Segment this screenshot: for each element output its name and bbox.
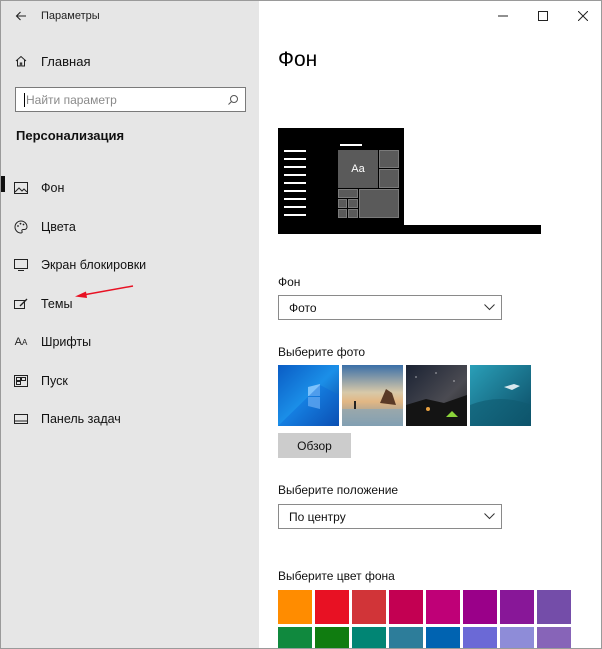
preview-tile — [348, 209, 358, 218]
preview-tile — [338, 209, 347, 218]
bg-color-label: Выберите цвет фона — [278, 569, 395, 583]
picture-icon — [1, 182, 41, 195]
window-controls — [483, 1, 601, 31]
color-swatch[interactable] — [352, 627, 386, 648]
preview-menu-line — [284, 206, 306, 208]
preview-taskbar — [278, 225, 541, 234]
color-swatch[interactable] — [389, 627, 423, 648]
color-swatch[interactable] — [537, 590, 571, 624]
sidebar: Параметры Главная Найти параметр Персона… — [1, 1, 259, 648]
background-preview: Aa — [278, 128, 541, 234]
choose-photo-label: Выберите фото — [278, 345, 366, 359]
sidebar-nav: Фон Цвета Экран блокировки Темы A A Шриф… — [1, 169, 259, 439]
palette-icon — [1, 220, 41, 234]
preview-menu-line — [284, 174, 306, 176]
color-swatch[interactable] — [537, 627, 571, 648]
browse-button[interactable]: Обзор — [278, 433, 351, 458]
preview-menu-line — [284, 158, 306, 160]
font-icon: AA — [14, 336, 28, 349]
taskbar-icon — [1, 414, 41, 425]
background-label: Фон — [278, 275, 301, 289]
position-value: По центру — [289, 509, 346, 524]
sidebar-item-colors[interactable]: Цвета — [1, 208, 259, 247]
back-arrow-icon — [15, 11, 26, 21]
color-swatch[interactable] — [500, 627, 534, 648]
color-swatch[interactable] — [500, 590, 534, 624]
color-swatch[interactable] — [463, 627, 497, 648]
color-swatch[interactable] — [278, 590, 312, 624]
start-menu-icon — [1, 374, 41, 387]
search-input[interactable]: Найти параметр — [15, 87, 246, 112]
section-title: Персонализация — [16, 128, 125, 143]
maximize-button[interactable] — [523, 1, 563, 31]
color-swatch[interactable] — [352, 590, 386, 624]
preview-menu-line — [284, 214, 306, 216]
photo-thumbnails — [278, 365, 531, 426]
sidebar-item-label: Экран блокировки — [41, 258, 147, 273]
home-label: Главная — [41, 53, 91, 69]
preview-tile — [359, 189, 399, 218]
preview-menu-line — [340, 144, 362, 146]
sidebar-item-label: Темы — [41, 296, 73, 311]
brush-icon — [1, 297, 41, 311]
photo-thumbnail-beach[interactable] — [342, 365, 403, 426]
minimize-button[interactable] — [483, 1, 523, 31]
sidebar-item-label: Пуск — [41, 373, 68, 388]
settings-window: Параметры Главная Найти параметр Персона… — [0, 0, 602, 649]
search-placeholder: Найти параметр — [26, 92, 117, 107]
window-title: Параметры — [41, 10, 100, 22]
text-cursor — [24, 92, 25, 107]
color-swatch[interactable] — [278, 627, 312, 648]
color-swatch[interactable] — [389, 590, 423, 624]
position-dropdown[interactable]: По центру — [278, 504, 502, 529]
sidebar-item-start[interactable]: Пуск — [1, 362, 259, 401]
red-arrow-annotation — [75, 285, 134, 298]
sidebar-item-taskbar[interactable]: Панель задач — [1, 400, 259, 439]
minimize-icon — [498, 15, 508, 17]
photo-thumbnail-underwater[interactable] — [470, 365, 531, 426]
preview-tile — [348, 199, 358, 208]
background-type-dropdown[interactable]: Фото — [278, 295, 502, 320]
photo-thumbnail-windows[interactable] — [278, 365, 339, 426]
preview-menu-line — [284, 182, 306, 184]
position-label: Выберите положение — [278, 483, 399, 497]
chevron-down-icon — [477, 513, 501, 520]
sidebar-item-background[interactable]: Фон — [1, 169, 259, 208]
color-swatch[interactable] — [315, 590, 349, 624]
sidebar-item-lock-screen[interactable]: Экран блокировки — [1, 246, 259, 285]
close-icon — [578, 11, 588, 21]
home-link[interactable]: Главная — [1, 49, 259, 73]
chevron-down-icon — [477, 304, 501, 311]
sidebar-item-label: Фон — [41, 181, 65, 196]
color-swatches — [278, 590, 571, 648]
preview-menu-line — [284, 198, 306, 200]
home-icon — [1, 54, 41, 68]
color-swatch[interactable] — [315, 627, 349, 648]
preview-tile — [338, 189, 358, 198]
sidebar-item-fonts[interactable]: AA Шрифты — [1, 323, 259, 362]
color-swatch[interactable] — [426, 627, 460, 648]
preview-tile-text: Aa — [338, 150, 378, 188]
photo-thumbnail-night-sky[interactable] — [406, 365, 467, 426]
preview-tile — [379, 150, 399, 168]
page-title: Фон — [278, 48, 318, 71]
preview-menu-line — [284, 190, 306, 192]
close-button[interactable] — [563, 1, 601, 31]
sidebar-item-label: Цвета — [41, 219, 76, 234]
color-swatch[interactable] — [426, 590, 460, 624]
back-button[interactable] — [1, 1, 41, 31]
preview-menu-line — [284, 150, 306, 152]
preview-menu-line — [284, 166, 306, 168]
monitor-icon — [1, 259, 41, 272]
preview-tile — [379, 169, 399, 188]
background-type-value: Фото — [289, 300, 317, 315]
sidebar-item-label: Панель задач — [41, 412, 121, 427]
sidebar-item-label: Шрифты — [41, 335, 92, 350]
preview-tile — [338, 199, 347, 208]
maximize-icon — [538, 11, 548, 21]
search-icon[interactable] — [221, 94, 245, 106]
title-bar: Параметры — [1, 1, 259, 31]
color-swatch[interactable] — [463, 590, 497, 624]
